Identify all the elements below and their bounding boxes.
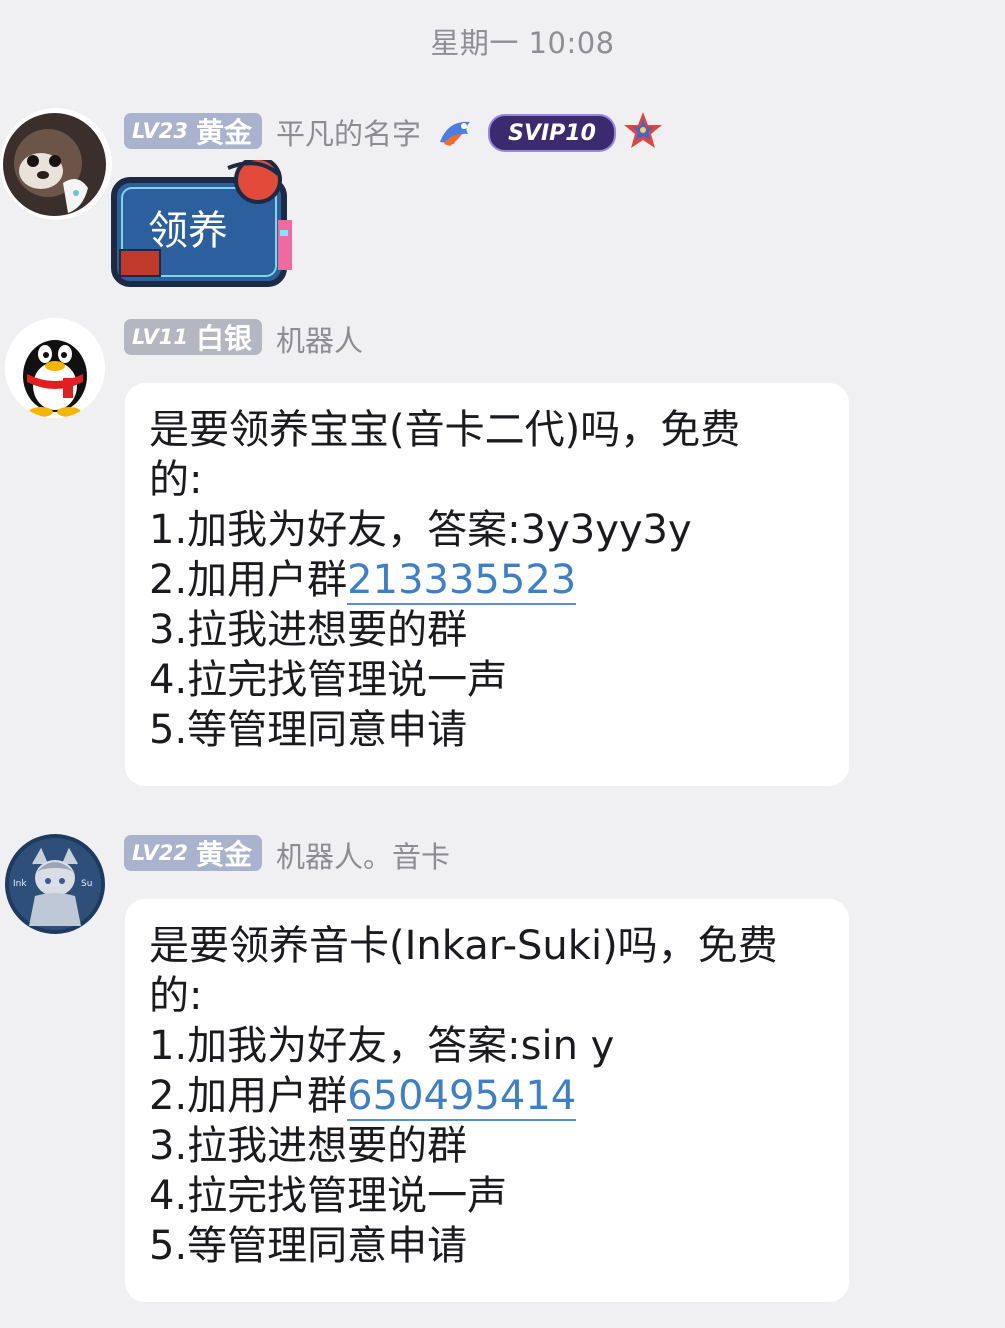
sender-nickname[interactable]: 机器人。音卡 [276,834,450,876]
rank-text: 白银 [195,322,252,355]
message-line: 2.加用户群650495414 [149,1071,827,1121]
sticker-image[interactable]: 领养 [108,160,300,294]
sticker-text: 领养 [148,208,228,254]
message-line: 是要领养宝宝(音卡二代)吗，免费 [149,407,741,453]
message-line: 2.加用户群213335523 [149,555,827,605]
level-badge: LV23 黄金 [124,113,262,149]
message-text: 2.加用户群 [149,557,348,603]
group-number-link[interactable]: 650495414 [347,1073,577,1121]
message-line: 1.加我为好友，答案:3y3yy3y [149,507,692,553]
level-text: LV11 [132,325,188,349]
message-line: 4.拉完找管理说一声 [149,1173,508,1219]
avatar[interactable]: Ink Su [5,834,105,934]
rank-text: 黄金 [195,838,252,871]
message-line: 5.等管理同意申请 [149,1223,468,1269]
svip-badge: SVIP10 [488,114,616,152]
message-text: 2.加用户群 [149,1073,348,1119]
cat-avatar-icon [3,113,106,216]
avatar[interactable] [5,318,105,418]
message-line: 的: [149,457,203,503]
svip-text: SVIP10 [508,120,596,146]
svg-text:Ink: Ink [13,879,27,889]
anime-character-avatar-icon: Ink Su [5,834,105,934]
svg-text:Su: Su [81,879,92,889]
rank-text: 黄金 [195,116,252,149]
message-line: 4.拉完找管理说一声 [149,657,508,703]
message-line: 5.等管理同意申请 [149,707,468,753]
avatar[interactable] [3,113,106,216]
star-badge-icon [624,112,662,148]
level-badge: LV22 黄金 [124,835,262,871]
message-line: 是要领养音卡(Inkar-Suki)吗，免费 [149,923,778,969]
level-text: LV22 [132,841,188,865]
sender-nickname[interactable]: 平凡的名字 [276,111,421,153]
message-bubble[interactable]: 是要领养音卡(Inkar-Suki)吗，免费 的: 1.加我为好友，答案:sin… [125,899,849,1302]
message-bubble[interactable]: 是要领养宝宝(音卡二代)吗，免费 的: 1.加我为好友，答案:3y3yy3y 2… [125,383,849,786]
message-line: 的: [149,973,203,1019]
group-number-link[interactable]: 213335523 [347,557,577,605]
sender-nickname[interactable]: 机器人 [276,318,363,360]
level-text: LV23 [132,119,188,143]
message-line: 3.拉我进想要的群 [149,607,468,653]
qq-penguin-avatar-icon [5,318,105,418]
message-line: 1.加我为好友，答案:sin y [149,1023,615,1069]
fire-fish-badge-icon [440,121,470,146]
message-timestamp: 星期一 10:08 [430,26,615,60]
message-line: 3.拉我进想要的群 [149,1123,468,1169]
level-badge: LV11 白银 [124,319,262,355]
